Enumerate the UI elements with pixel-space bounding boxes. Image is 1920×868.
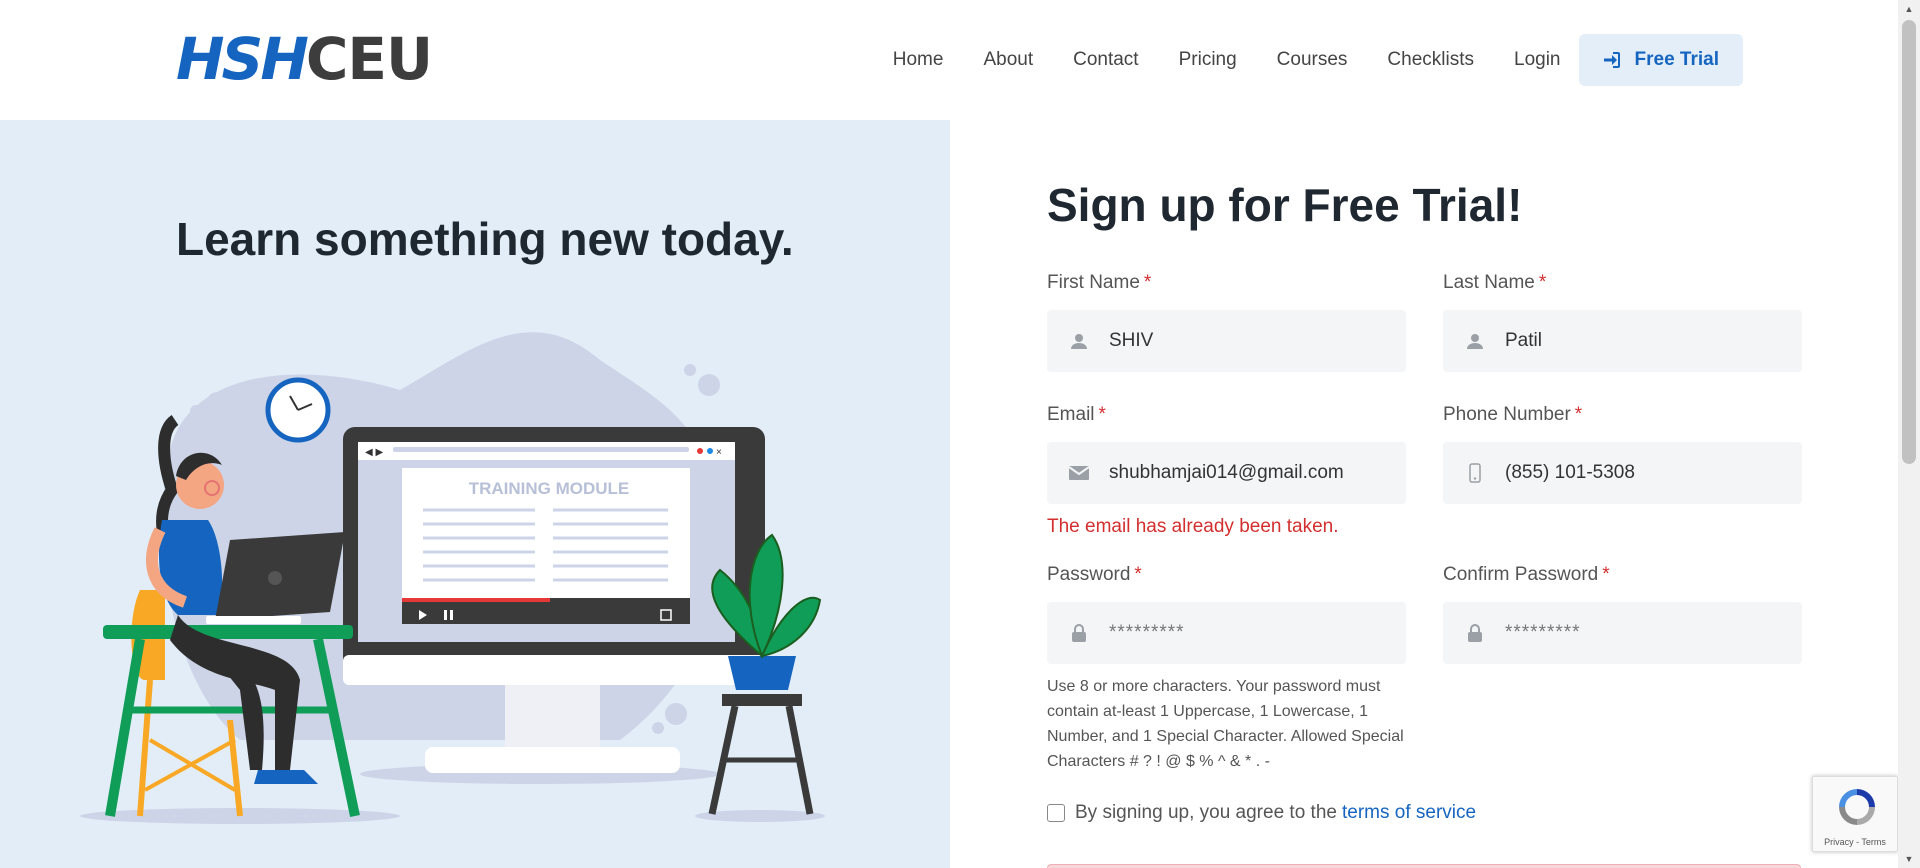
recaptcha-privacy-terms[interactable]: Privacy - Terms — [1813, 837, 1897, 847]
terms-checkbox[interactable] — [1047, 804, 1065, 822]
recaptcha-icon — [1839, 789, 1875, 825]
confirm-password-field: Confirm Password * — [1443, 564, 1802, 664]
phone-input-wrapper[interactable] — [1443, 442, 1802, 504]
nav-courses-link[interactable]: Courses — [1277, 49, 1348, 71]
phone-field: Phone Number * — [1443, 404, 1802, 504]
nav-home-link[interactable]: Home — [893, 49, 944, 71]
password-input[interactable] — [1109, 622, 1399, 644]
phone-label: Phone Number * — [1443, 404, 1583, 425]
person-icon — [1067, 329, 1091, 353]
email-error-message: The email has already been taken. — [1047, 516, 1339, 537]
password-input-wrapper[interactable] — [1047, 602, 1406, 664]
free-trial-button[interactable]: Free Trial — [1578, 34, 1743, 86]
first-name-field: First Name * — [1047, 272, 1406, 372]
confirm-password-input[interactable] — [1505, 622, 1795, 644]
password-label: Password * — [1047, 564, 1142, 585]
required-mark: * — [1574, 404, 1583, 425]
nav-contact-link[interactable]: Contact — [1073, 49, 1138, 71]
free-trial-label: Free Trial — [1634, 49, 1720, 70]
svg-text:×: × — [716, 447, 722, 458]
first-name-label: First Name * — [1047, 272, 1152, 293]
nav-login-link[interactable]: Login — [1514, 49, 1561, 71]
required-mark: * — [1143, 272, 1152, 293]
required-mark: * — [1134, 564, 1142, 585]
password-field: Password* Use 8 or more characters. Your… — [1047, 564, 1406, 774]
alert-box — [1047, 864, 1801, 868]
required-mark: * — [1538, 272, 1547, 293]
hero-panel: Learn something new today. ◀ ▶ × TRAININ — [0, 120, 950, 868]
last-name-input[interactable] — [1505, 330, 1795, 352]
phone-input[interactable] — [1505, 462, 1795, 484]
last-name-field: Last Name * — [1443, 272, 1802, 372]
main-nav: Home About Contact Pricing Courses Check… — [853, 34, 1743, 86]
person-icon — [1463, 329, 1487, 353]
sign-in-icon — [1603, 52, 1620, 68]
last-name-input-wrapper[interactable] — [1443, 310, 1802, 372]
scrollbar-thumb[interactable] — [1902, 20, 1916, 464]
nav-about-link[interactable]: About — [983, 49, 1033, 71]
terms-of-service-link[interactable]: terms of service — [1342, 802, 1476, 824]
email-label: Email * — [1047, 404, 1106, 425]
logo-text-hsh: HSH — [176, 25, 309, 93]
password-hint: Use 8 or more characters. Your password … — [1047, 678, 1404, 770]
site-header: HSH CEU Home About Contact Pricing Course… — [0, 0, 1898, 120]
envelope-icon — [1067, 461, 1091, 485]
first-name-input-wrapper[interactable] — [1047, 310, 1406, 372]
agree-text: By signing up, you agree to the — [1075, 802, 1337, 823]
nav-checklists-link[interactable]: Checklists — [1387, 49, 1474, 71]
email-input-wrapper[interactable] — [1047, 442, 1406, 504]
confirm-password-label: Confirm Password * — [1443, 564, 1610, 585]
svg-text:TRAINING MODULE: TRAINING MODULE — [469, 479, 630, 498]
last-name-label: Last Name * — [1443, 272, 1547, 293]
scroll-up-arrow-icon[interactable]: ▲ — [1898, 0, 1920, 18]
nav-pricing-link[interactable]: Pricing — [1179, 49, 1237, 71]
required-mark: * — [1602, 564, 1610, 585]
page-scrollbar[interactable]: ▲ ▼ — [1898, 0, 1920, 868]
svg-text:◀ ▶: ◀ ▶ — [365, 447, 383, 458]
required-mark: * — [1098, 404, 1106, 425]
lock-icon — [1463, 621, 1487, 645]
scroll-down-arrow-icon[interactable]: ▼ — [1898, 850, 1920, 868]
hshceu-logo[interactable]: HSH CEU — [176, 30, 433, 88]
learning-illustration: ◀ ▶ × TRAINING MODULE — [80, 332, 825, 824]
email-input[interactable] — [1109, 462, 1399, 484]
first-name-input[interactable] — [1109, 330, 1399, 352]
logo-text-ceu: CEU — [305, 25, 433, 93]
email-field: Email* The email has already been taken. — [1047, 404, 1406, 538]
phone-icon — [1463, 461, 1487, 485]
lock-icon — [1067, 621, 1091, 645]
confirm-password-input-wrapper[interactable] — [1443, 602, 1802, 664]
terms-agreement: By signing up, you agree to the terms of… — [1047, 802, 1476, 824]
recaptcha-badge[interactable]: Privacy - Terms — [1812, 776, 1898, 852]
form-title: Sign up for Free Trial! — [1047, 179, 1523, 231]
